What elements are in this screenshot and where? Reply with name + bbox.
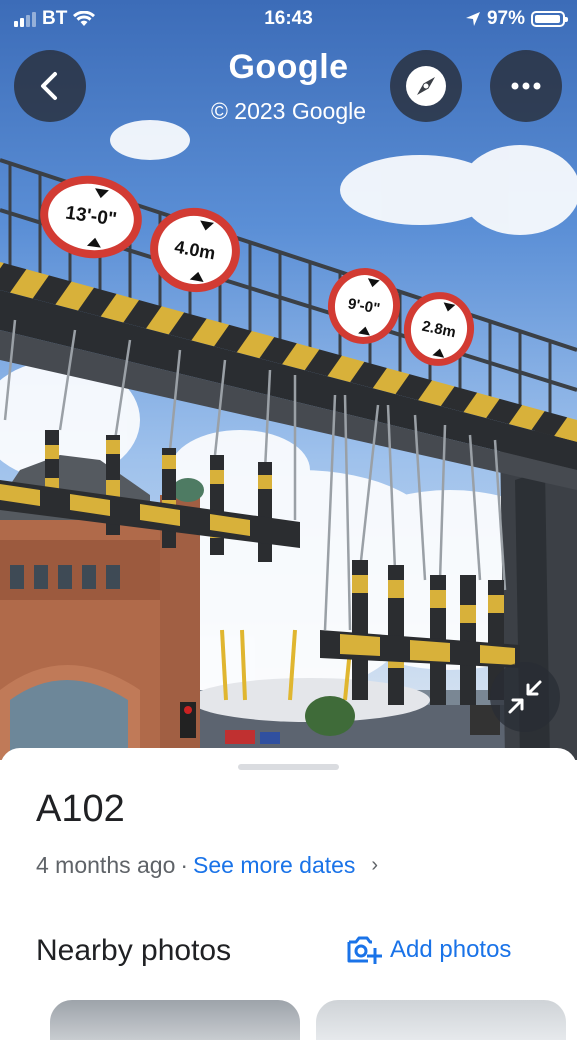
battery-fill [535, 15, 561, 23]
chevron-left-icon [41, 72, 57, 100]
collapse-view-button[interactable] [490, 662, 560, 732]
compass-icon [406, 66, 446, 106]
separator-dot: · [180, 852, 189, 878]
nearby-photo-thumbnail[interactable] [316, 1000, 566, 1040]
nearby-photo-thumbnail[interactable] [50, 1000, 300, 1040]
bottom-sheet[interactable]: A102 4 months ago · See more dates › Nea… [0, 748, 577, 1040]
sheet-drag-handle[interactable] [238, 764, 339, 770]
back-button[interactable] [14, 50, 86, 122]
more-horizontal-icon [511, 82, 541, 90]
battery-percent: 97% [486, 8, 525, 29]
status-right: 97% [465, 8, 568, 30]
place-name: A102 [36, 788, 125, 830]
nearby-photos-title: Nearby photos [36, 934, 232, 967]
photo-date-row: 4 months ago · See more dates › [36, 852, 378, 879]
collapse-arrows-icon [508, 680, 542, 714]
see-more-dates-link[interactable]: See more dates [193, 852, 355, 879]
more-options-button[interactable] [490, 50, 562, 122]
location-arrow-icon [465, 12, 480, 26]
add-photo-icon [347, 936, 382, 964]
status-bar: BT 16:43 97% [0, 0, 577, 38]
add-photos-label: Add photos [390, 936, 512, 963]
chevron-right-icon[interactable]: › [371, 854, 378, 877]
photo-age: 4 months ago [36, 852, 176, 878]
compass-button[interactable] [390, 50, 462, 122]
battery-icon [531, 11, 568, 27]
add-photos-button[interactable]: Add photos [346, 934, 511, 966]
